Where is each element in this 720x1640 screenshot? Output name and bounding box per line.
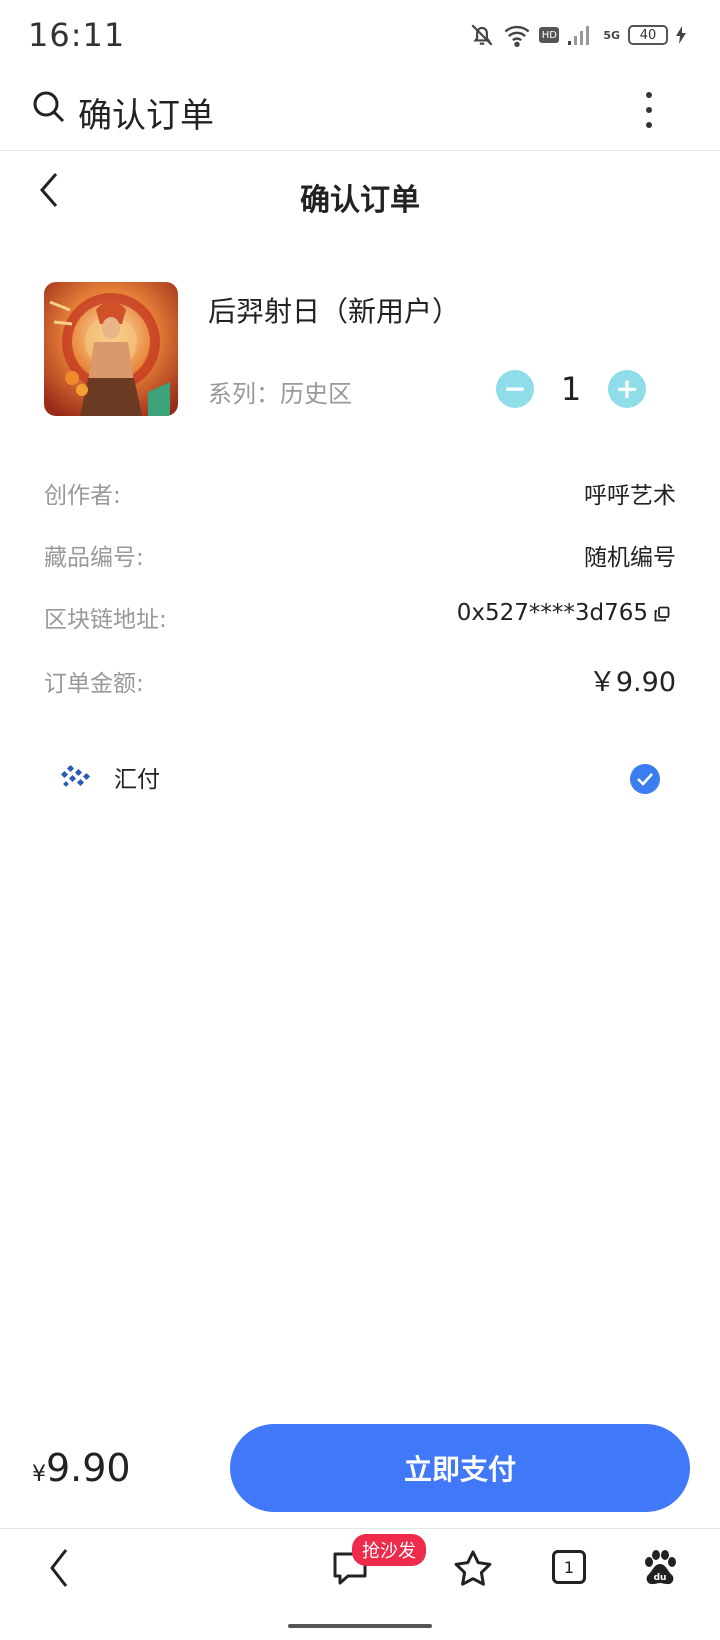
baidu-paw-icon[interactable]: du: [640, 1548, 680, 1588]
sofa-badge[interactable]: 抢沙发: [352, 1534, 426, 1566]
blockchain-address-label: 区块链地址:: [44, 607, 167, 633]
payment-method-name[interactable]: 汇付: [114, 760, 160, 794]
search-icon[interactable]: [32, 90, 66, 124]
item-number-label: 藏品编号:: [44, 545, 144, 571]
blockchain-address-value: 0x527****3d765: [456, 600, 648, 626]
product-name: 后羿射日（新用户）: [208, 295, 461, 328]
charging-icon: [676, 26, 686, 44]
bottom-total-price: ¥9.90: [32, 1446, 131, 1490]
svg-text:du: du: [654, 1573, 667, 1583]
copy-icon[interactable]: [654, 606, 670, 622]
nav-back-icon[interactable]: [44, 1546, 74, 1590]
order-amount-label: 订单金额:: [44, 671, 144, 697]
payment-selected-check-icon[interactable]: [630, 764, 660, 794]
bell-off-icon: [471, 24, 493, 46]
tabs-count-button[interactable]: 1: [552, 1550, 586, 1584]
currency-symbol: ¥: [32, 1462, 46, 1487]
pay-now-button[interactable]: 立即支付: [230, 1424, 690, 1512]
creator-label: 创作者:: [44, 483, 121, 509]
divider: [0, 150, 720, 151]
network-type: 5G: [603, 28, 620, 42]
order-amount-value: ￥9.90: [588, 667, 676, 698]
total-amount: 9.90: [46, 1446, 131, 1490]
quantity-increase-button[interactable]: +: [608, 370, 646, 408]
more-menu-icon[interactable]: [646, 92, 654, 128]
hd-badge: HD: [539, 27, 560, 43]
status-time: 16:11: [28, 16, 126, 54]
divider: [0, 1528, 720, 1529]
huifu-logo-icon: [60, 764, 91, 787]
home-indicator[interactable]: [288, 1624, 432, 1628]
item-number-value: 随机编号: [584, 545, 676, 571]
signal-icon: [568, 26, 590, 45]
quantity-value: 1: [560, 370, 582, 408]
battery-indicator: 40: [628, 25, 668, 45]
creator-value: 呼呼艺术: [584, 483, 676, 509]
blockchain-address-row: 0x527****3d765: [457, 600, 670, 626]
quantity-decrease-button[interactable]: −: [496, 370, 534, 408]
status-icons: HD 5G 40: [469, 22, 686, 48]
page-title: 确认订单: [300, 183, 420, 218]
favorite-star-icon[interactable]: [452, 1548, 494, 1590]
product-image: [44, 282, 178, 416]
browser-search-text[interactable]: 确认订单: [78, 88, 214, 137]
product-series: 系列：历史区: [208, 380, 352, 408]
wifi-icon: [504, 25, 530, 47]
